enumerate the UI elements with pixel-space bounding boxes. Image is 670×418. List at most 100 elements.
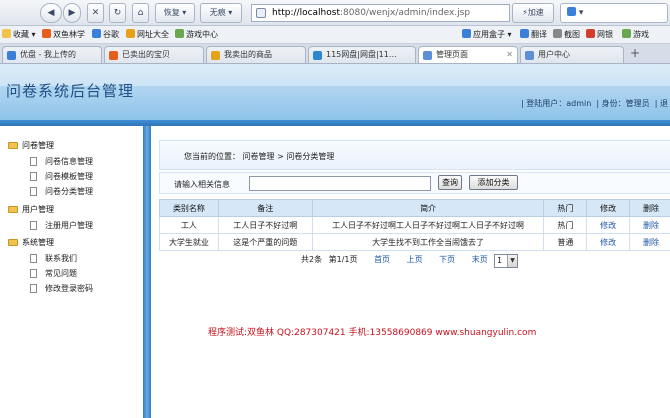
tab-my-sold-goods[interactable]: 我卖出的商品	[206, 46, 306, 63]
tab-115-pan[interactable]: 115网盘|网盘|11…	[308, 46, 416, 63]
group-label: 用户管理	[22, 205, 54, 214]
fav-item[interactable]: 网址大全	[126, 29, 169, 41]
page-icon	[256, 8, 266, 18]
favicon-icon	[109, 51, 118, 60]
fav-item[interactable]: 双鱼林学	[42, 29, 85, 41]
sidebar: 问卷管理 问卷信息管理 问卷模板管理 问卷分类管理 用户管理 注册用户管理 系统…	[0, 126, 143, 418]
sidebar-group-users[interactable]: 用户管理	[8, 204, 54, 215]
favicon-icon	[586, 29, 595, 38]
fav-item[interactable]: 游戏	[622, 29, 649, 41]
page-title: 问卷系统后台管理	[6, 82, 135, 100]
speedup-button[interactable]: ⚡加速	[512, 3, 554, 23]
recover-label: 恢复	[163, 8, 180, 17]
delete-link[interactable]: 删除	[629, 216, 670, 234]
pager-last-link[interactable]: 末页	[472, 255, 488, 264]
favicon-icon	[423, 51, 432, 60]
favicon-icon	[92, 29, 101, 38]
search-input[interactable]	[249, 176, 431, 191]
favicon-icon	[553, 29, 562, 38]
fav-label: 网银	[597, 30, 613, 39]
refresh-icon: ↻	[113, 8, 122, 18]
item-label: 问卷模板管理	[45, 172, 93, 181]
sidebar-item-faq[interactable]: 常见问题	[30, 268, 77, 279]
tab-user-center[interactable]: 用户中心	[520, 46, 624, 63]
fav-label: 游戏中心	[186, 30, 218, 39]
column-header: 简介	[311, 199, 545, 217]
address-host: http://localhost	[272, 8, 340, 18]
folder-icon	[8, 206, 18, 213]
tab-upan[interactable]: 优盘 - 我上传的	[2, 46, 102, 63]
tab-label: 115网盘|网盘|11…	[326, 50, 397, 59]
sidebar-item-registered-users[interactable]: 注册用户管理	[30, 220, 93, 231]
tab-sold-items[interactable]: 已卖出的宝贝	[104, 46, 204, 63]
document-icon	[30, 172, 37, 181]
tab-label: 管理页面	[436, 50, 468, 59]
delete-link[interactable]: 删除	[629, 233, 670, 251]
fav-label: 收藏	[13, 30, 29, 39]
favicon-icon	[211, 51, 220, 60]
sidebar-splitter[interactable]	[143, 126, 151, 418]
logout-link[interactable]: | 退	[655, 99, 668, 108]
edit-link[interactable]: 修改	[586, 233, 631, 251]
pager-next-link[interactable]: 下页	[439, 255, 455, 264]
refresh-button[interactable]: ↻	[109, 3, 126, 23]
query-button[interactable]: 查询	[438, 175, 462, 190]
document-icon	[30, 284, 37, 293]
sidebar-item-questionnaire-info[interactable]: 问卷信息管理	[30, 156, 93, 167]
fav-label: 应用盒子	[473, 30, 505, 39]
tab-strip: 优盘 - 我上传的 已卖出的宝贝 我卖出的商品 115网盘|网盘|11… 管理页…	[0, 44, 670, 64]
item-label: 修改登录密码	[45, 284, 93, 293]
document-icon	[30, 254, 37, 263]
add-category-button[interactable]: 添加分类	[469, 175, 518, 190]
edit-link[interactable]: 修改	[586, 216, 631, 234]
column-header: 删除	[629, 199, 670, 217]
pager-first-link[interactable]: 首页	[374, 255, 390, 264]
fav-label: 游戏	[633, 30, 649, 39]
sidebar-item-change-password[interactable]: 修改登录密码	[30, 283, 93, 294]
forward-button[interactable]: ▶	[63, 3, 81, 23]
sidebar-item-questionnaire-category[interactable]: 问卷分类管理	[30, 186, 93, 197]
sidebar-group-questionnaire[interactable]: 问卷管理	[8, 140, 54, 151]
fav-item[interactable]: 游戏中心	[175, 29, 218, 41]
page-select-value: 1	[497, 256, 503, 265]
browser-toolbar: ◀ ▶ ✕ ↻ ⌂ 恢复 ▾ 无痕 ▾ http://localhost:808…	[0, 0, 670, 26]
document-icon	[30, 269, 37, 278]
table-row: 工人 工人日子不好过啊 工人日子不好过啊工人日子不好过啊工人日子不好过啊 热门 …	[159, 216, 670, 234]
sidebar-item-contact-us[interactable]: 联系我们	[30, 253, 77, 264]
stop-button[interactable]: ✕	[87, 3, 104, 23]
close-icon[interactable]: ✕	[506, 47, 513, 63]
back-button[interactable]: ◀	[40, 3, 62, 23]
group-label: 系统管理	[22, 238, 54, 247]
incognito-button[interactable]: 无痕 ▾	[200, 3, 242, 23]
incognito-label: 无痕	[209, 8, 226, 17]
fav-item[interactable]: 截图	[553, 29, 580, 41]
sidebar-item-questionnaire-template[interactable]: 问卷模板管理	[30, 171, 93, 182]
fav-item[interactable]: 网银	[586, 29, 613, 41]
pager-prev-link[interactable]: 上页	[407, 255, 423, 264]
group-label: 问卷管理	[22, 141, 54, 150]
pager-total: 共2条	[301, 255, 323, 264]
user-label: | 登陆用户：	[520, 99, 567, 108]
item-label: 注册用户管理	[45, 221, 93, 230]
fav-item[interactable]: 收藏 ▾	[2, 29, 36, 41]
hot-cell: 普通	[543, 233, 588, 251]
fav-item[interactable]: 应用盒子 ▾	[462, 29, 512, 41]
intro-cell: 工人日子不好过啊工人日子不好过啊工人日子不好过啊	[311, 216, 545, 234]
fav-label: 翻译	[531, 30, 547, 39]
fav-item[interactable]: 谷歌	[92, 29, 119, 41]
star-icon	[2, 29, 11, 38]
role-name: 管理员	[625, 99, 650, 108]
address-bar[interactable]: http://localhost:8080/wenjx/admin/index.…	[251, 4, 510, 22]
search-box[interactable]: ▾	[560, 3, 668, 23]
pager-page: 第1/1页	[328, 255, 358, 264]
tab-admin-page[interactable]: 管理页面 ✕	[418, 46, 518, 63]
search-engine-icon	[567, 7, 576, 16]
recover-button[interactable]: 恢复 ▾	[155, 3, 195, 23]
fav-item[interactable]: 翻译	[520, 29, 547, 41]
page-select[interactable]: 1 ▼	[494, 254, 518, 268]
sidebar-group-system[interactable]: 系统管理	[8, 237, 54, 248]
new-tab-icon[interactable]: +	[630, 46, 640, 60]
home-button[interactable]: ⌂	[132, 3, 149, 23]
back-icon: ◀	[47, 8, 55, 18]
column-header: 修改	[586, 199, 631, 217]
